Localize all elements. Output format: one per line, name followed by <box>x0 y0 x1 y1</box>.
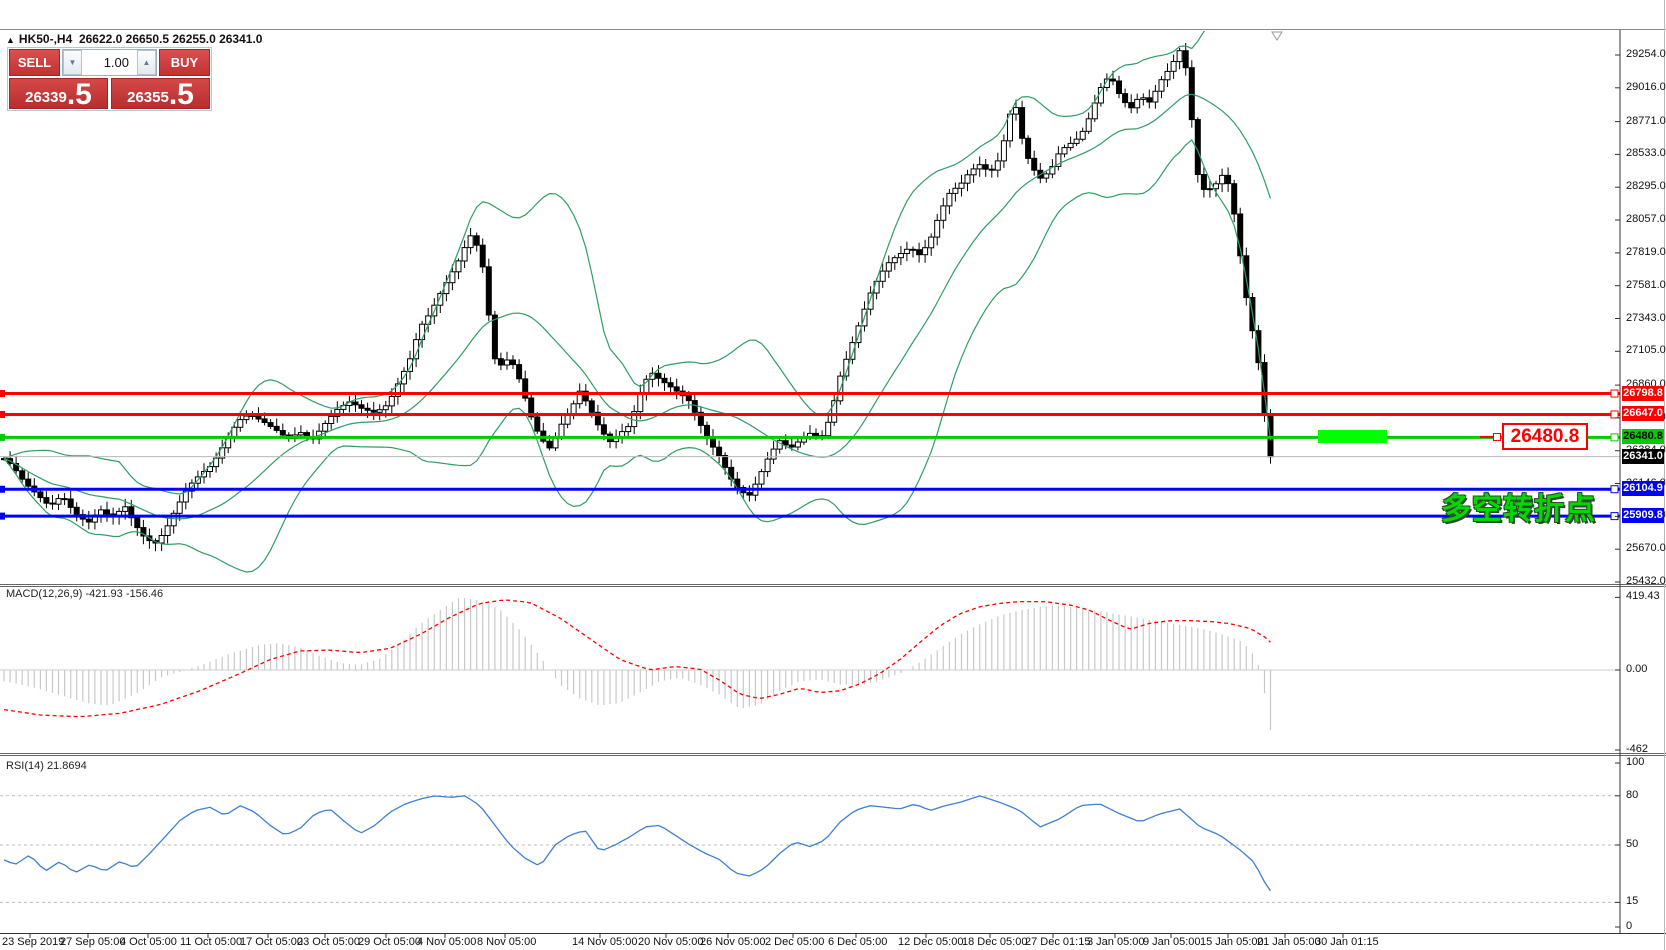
price-axis-tick: 27819.0 <box>1626 246 1666 258</box>
macd-axis-tick: -462 <box>1626 743 1648 755</box>
rsi-axis-tick: 50 <box>1626 838 1638 850</box>
chart-plot-area[interactable] <box>0 0 1666 950</box>
price-tag: 26647.0 <box>1622 406 1664 421</box>
pivot-annotation-text[interactable]: 多空转折点 <box>1441 484 1596 528</box>
rsi-axis-tick: 100 <box>1626 756 1644 768</box>
price-tag: 26341.0 <box>1622 449 1664 464</box>
terminal-window: { "toolbar": { "left_groups": [ {"items"… <box>0 0 1666 950</box>
macd-indicator-label: MACD(12,26,9) -421.93 -156.46 <box>6 588 163 600</box>
price-tag: 26104.9 <box>1622 481 1664 496</box>
price-axis-tick: 28771.0 <box>1626 115 1666 127</box>
time-axis-label: 8 Nov 05:00 <box>477 936 536 948</box>
sell-button[interactable]: SELL <box>9 49 60 76</box>
rsi-axis-tick: 0 <box>1626 920 1632 932</box>
time-axis-label: 15 Jan 05:00 <box>1200 936 1264 948</box>
volume-increase-button[interactable]: ▲ <box>137 50 156 75</box>
sell-price-main: 26339 <box>25 88 67 108</box>
price-axis-tick: 27581.0 <box>1626 279 1666 291</box>
time-axis-label: 18 Dec 05:00 <box>962 936 1027 948</box>
price-axis-tick: 28295.0 <box>1626 180 1666 192</box>
buy-button[interactable]: BUY <box>159 49 210 76</box>
time-axis-label: 20 Nov 05:00 <box>638 936 703 948</box>
time-axis-label: 9 Jan 05:00 <box>1143 936 1201 948</box>
price-flag-label[interactable]: 26480.8 <box>1502 423 1588 450</box>
chart-title: ▲ HK50-,H4 26622.0 26650.5 26255.0 26341.… <box>6 32 262 46</box>
time-axis-label: 30 Jan 01:15 <box>1315 936 1379 948</box>
rsi-axis-tick: 15 <box>1626 895 1638 907</box>
time-axis-label: 29 Oct 05:00 <box>358 936 421 948</box>
sell-price-fraction: .5 <box>67 82 92 108</box>
price-axis-tick: 28533.0 <box>1626 147 1666 159</box>
chart-ohlc: 26622.0 26650.5 26255.0 26341.0 <box>79 32 263 46</box>
chart-symbol-period: HK50-,H4 <box>19 32 72 46</box>
time-axis-label: 6 Dec 05:00 <box>828 936 887 948</box>
time-axis-label: 26 Nov 05:00 <box>700 936 765 948</box>
time-axis-label: 3 Jan 05:00 <box>1087 936 1145 948</box>
time-axis-label: 12 Dec 05:00 <box>898 936 963 948</box>
price-tag: 26798.8 <box>1622 386 1664 401</box>
time-axis-label: 27 Sep 05:00 <box>60 936 125 948</box>
one-click-trading-panel: SELL ▼ 1.00 ▲ BUY 26339.5 26355.5 <box>7 47 212 111</box>
highlight-rectangle[interactable] <box>1318 430 1387 443</box>
volume-decrease-button[interactable]: ▼ <box>63 50 82 75</box>
macd-axis-tick: 419.43 <box>1626 590 1660 602</box>
rsi-axis-tick: 80 <box>1626 789 1638 801</box>
time-axis-label: 4 Oct 05:00 <box>120 936 177 948</box>
time-axis-label: 4 Nov 05:00 <box>417 936 476 948</box>
price-axis-tick: 25432.0 <box>1626 575 1666 587</box>
price-axis-tick: 29016.0 <box>1626 81 1666 93</box>
collapse-icon[interactable]: ▲ <box>6 35 15 45</box>
buy-price-main: 26355 <box>127 88 169 108</box>
buy-price[interactable]: 26355.5 <box>111 78 210 109</box>
price-axis-tick: 29254.0 <box>1626 48 1666 60</box>
price-flag-connector <box>1480 436 1494 438</box>
time-axis-label: 21 Jan 05:00 <box>1257 936 1321 948</box>
time-axis-label: 2 Dec 05:00 <box>765 936 824 948</box>
volume-input[interactable]: 1.00 <box>82 50 137 75</box>
price-tag: 26480.8 <box>1622 429 1664 444</box>
volume-stepper: ▼ 1.00 ▲ <box>62 49 157 76</box>
time-axis-label: 23 Oct 05:00 <box>297 936 360 948</box>
macd-axis-tick: 0.00 <box>1626 663 1647 675</box>
price-axis-tick: 25670.0 <box>1626 542 1666 554</box>
time-axis-label: 23 Sep 2019 <box>2 936 64 948</box>
price-axis-tick: 27105.0 <box>1626 344 1666 356</box>
time-axis-label: 17 Oct 05:00 <box>240 936 303 948</box>
sell-price[interactable]: 26339.5 <box>9 78 108 109</box>
price-axis-tick: 27343.0 <box>1626 312 1666 324</box>
price-tag: 25909.8 <box>1622 508 1664 523</box>
time-axis-label: 14 Nov 05:00 <box>572 936 637 948</box>
price-flag-anchor <box>1493 433 1501 441</box>
rsi-indicator-label: RSI(14) 21.8694 <box>6 760 87 772</box>
buy-price-fraction: .5 <box>169 82 194 108</box>
time-axis-label: 27 Dec 01:15 <box>1025 936 1090 948</box>
time-axis-label: 11 Oct 05:00 <box>180 936 242 948</box>
price-axis-tick: 28057.0 <box>1626 213 1666 225</box>
